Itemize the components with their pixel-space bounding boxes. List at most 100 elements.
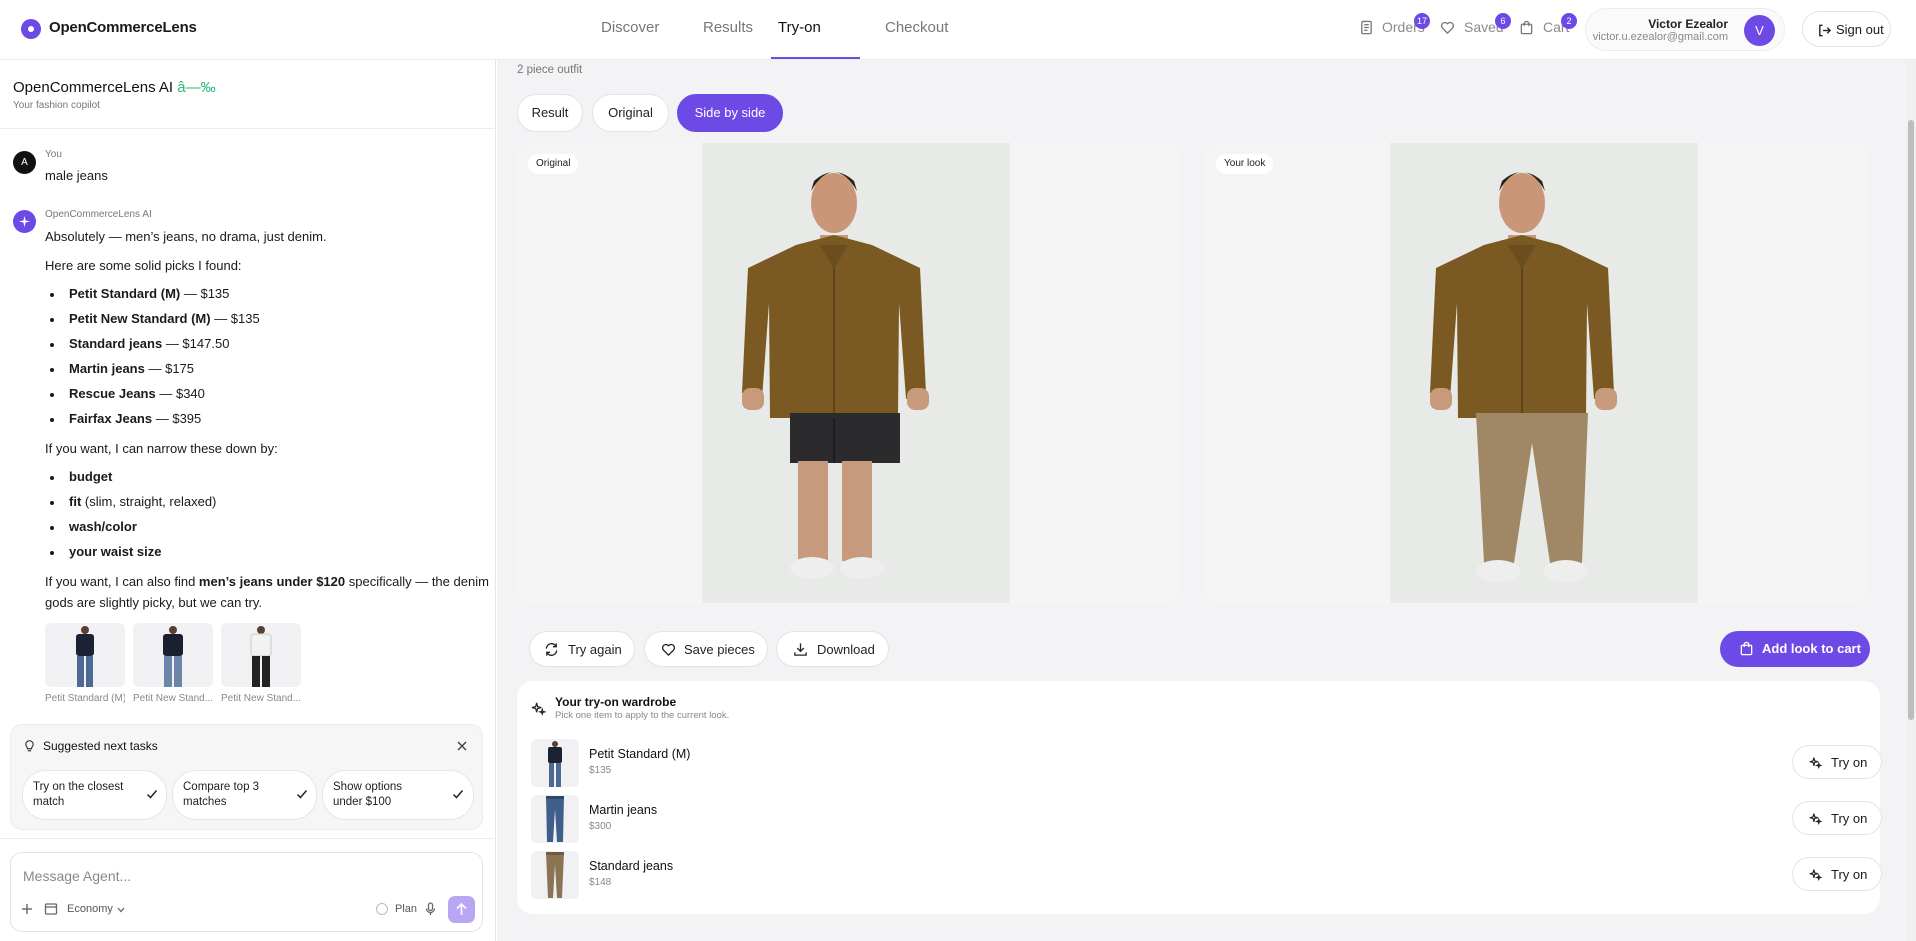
refresh-icon [545,643,558,656]
close-icon[interactable] [457,741,467,751]
user-name: Victor Ezealor [1648,17,1728,31]
arrow-up-icon [456,902,467,915]
narrow-item: your waist size [69,544,162,559]
ai-message-intro: Absolutely — men’s jeans, no drama, just… [45,229,327,244]
wardrobe-item[interactable]: Standard jeans $148 Try on [531,849,1882,901]
orders-icon[interactable] [1359,20,1374,35]
divider [0,128,496,129]
wardrobe-item-name: Standard jeans [589,859,674,873]
wardrobe-title: Your try-on wardrobe [555,695,677,709]
user-menu[interactable]: Victor Ezealor victor.u.ezealor@gmail.co… [1585,8,1785,51]
download-label: Download [817,642,875,657]
ai-picks-intro: Here are some solid picks I found: [45,258,242,273]
pick-item: Petit Standard (M) — $135 [69,286,230,301]
suggestion-chip[interactable]: Show options under $100 [322,770,474,820]
wardrobe-item-price: $148 [589,877,612,888]
orders-count-badge: 17 [1414,13,1431,29]
wardrobe-item-image [531,795,579,843]
tab-results[interactable]: Results [703,19,753,36]
wardrobe-item[interactable]: Martin jeans $300 Try on [531,793,1882,845]
sparkle-icon [18,215,31,228]
chevron-down-icon[interactable] [117,907,125,913]
message-author: OpenCommerceLens AI [45,209,152,220]
narrow-item: wash/color [69,519,137,534]
try-again-button[interactable]: Try again [529,631,635,667]
wardrobe-subtitle: Pick one item to apply to the current lo… [555,710,730,721]
bullet [50,293,54,297]
tab-discover[interactable]: Discover [601,19,659,36]
model-image-original [702,143,1010,603]
user-avatar: A [13,151,36,174]
wardrobe-item-image [531,851,579,899]
message-composer: Message Agent... Economy Plan [10,852,483,932]
sign-out-button[interactable]: Sign out [1802,11,1891,47]
cart-icon[interactable] [1519,20,1534,35]
product-thumbnail[interactable] [133,623,213,687]
bullet [50,343,54,347]
scrollbar-thumb[interactable] [1908,120,1914,720]
view-side-by-side-button[interactable]: Side by side [677,94,783,132]
suggested-tasks-panel: Suggested next tasks Try on the closest … [10,724,483,830]
suggestion-chip[interactable]: Try on the closest match [22,770,167,820]
save-pieces-label: Save pieces [684,642,755,657]
try-on-button[interactable]: Try on [1792,745,1882,779]
check-icon [452,790,464,799]
bullet [50,476,54,480]
bullet [50,393,54,397]
saved-count-badge: 6 [1495,13,1511,29]
lightbulb-icon [25,740,34,752]
try-on-label: Try on [1831,755,1868,770]
pick-item: Standard jeans — $147.50 [69,336,230,351]
pick-item: Petit New Standard (M) — $135 [69,311,260,326]
sparkles-icon [531,702,546,716]
avatar[interactable]: V [1744,15,1775,46]
product-thumbnail[interactable] [45,623,125,687]
save-pieces-button[interactable]: Save pieces [644,631,768,667]
plus-icon[interactable] [21,903,33,915]
wardrobe-item[interactable]: Petit Standard (M) $135 Try on [531,737,1882,789]
product-thumbnail[interactable] [221,623,301,687]
check-icon [146,790,158,799]
try-again-label: Try again [568,642,622,657]
heart-icon[interactable] [1440,20,1455,35]
original-tag: Original [528,154,579,174]
view-result-button[interactable]: Result [517,94,583,132]
suggestion-chip[interactable]: Compare top 3 matches [172,770,317,820]
wardrobe-item-price: $135 [589,765,612,776]
microphone-icon[interactable] [425,902,436,916]
wardrobe-item-image [531,739,579,787]
sparkles-icon [1809,813,1822,825]
layout-icon[interactable] [44,902,58,916]
suggestion-label: Compare top 3 matches [183,781,260,808]
bullet [50,318,54,322]
user-message-text: male jeans [45,168,108,183]
add-look-to-cart-button[interactable]: Add look to cart [1720,631,1870,667]
pick-item: Rescue Jeans — $340 [69,386,205,401]
original-photo [702,143,1010,603]
original-image-card: Original [517,143,1180,603]
tab-try-on[interactable]: Try-on [778,19,821,36]
product-image [546,852,564,898]
brand-name[interactable]: OpenCommerceLens [49,19,197,36]
add-look-to-cart-label: Add look to cart [1762,641,1861,656]
product-image [76,626,94,687]
try-on-button[interactable]: Try on [1792,857,1882,891]
model-selector[interactable]: Economy [67,903,113,915]
plan-toggle[interactable] [376,903,388,915]
tab-checkout[interactable]: Checkout [885,19,948,36]
thumbnail-caption: Petit New Stand... [133,693,213,704]
bullet [50,501,54,505]
message-input[interactable]: Message Agent... [23,868,131,884]
user-email: victor.u.ezealor@gmail.com [1592,31,1728,43]
try-on-label: Try on [1831,811,1868,826]
try-on-button[interactable]: Try on [1792,801,1882,835]
cart-icon [1740,641,1753,656]
product-image [163,626,183,687]
ai-closing-text: If you want, I can also find men’s jeans… [45,574,489,589]
product-image [250,626,272,687]
download-button[interactable]: Download [776,631,889,667]
view-original-button[interactable]: Original [592,94,669,132]
send-button[interactable] [448,896,475,923]
bullet [50,418,54,422]
ai-closing-text-2: gods are slightly picky, but we can try. [45,595,263,610]
